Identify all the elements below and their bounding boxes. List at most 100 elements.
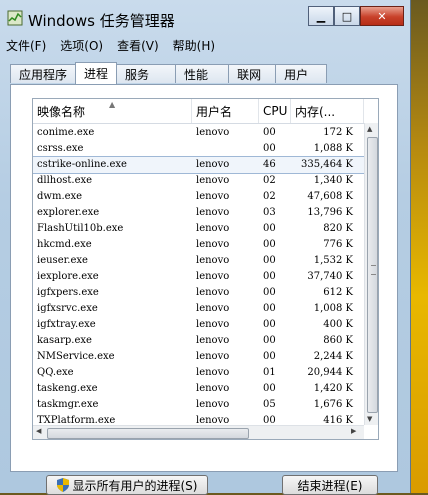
process-cpu: 00 — [263, 303, 276, 314]
process-cpu: 00 — [263, 143, 276, 154]
tab-services[interactable]: 服务 — [116, 64, 177, 83]
process-row[interactable]: NMService.exe lenovo 00 2,244 K — [33, 349, 378, 365]
process-memory: 776 K — [323, 239, 353, 250]
close-button[interactable]: ✕ — [360, 6, 404, 26]
process-name: igfxtray.exe — [37, 319, 96, 330]
process-user: lenovo — [196, 239, 230, 250]
process-user: lenovo — [196, 271, 230, 282]
process-row[interactable]: dllhost.exe lenovo 02 1,340 K — [33, 173, 378, 189]
process-cpu: 00 — [263, 255, 276, 266]
process-user: lenovo — [196, 287, 230, 298]
process-cpu: 00 — [263, 287, 276, 298]
process-row[interactable]: dwm.exe lenovo 02 47,608 K — [33, 189, 378, 205]
menu-file[interactable]: 文件(F) — [6, 37, 46, 57]
tab-applications[interactable]: 应用程序 — [10, 64, 77, 83]
process-row[interactable]: kasarp.exe lenovo 00 860 K — [33, 333, 378, 349]
process-cpu: 03 — [263, 207, 276, 218]
process-row[interactable]: csrss.exe 00 1,088 K — [33, 141, 378, 157]
process-row[interactable]: hkcmd.exe lenovo 00 776 K — [33, 237, 378, 253]
process-cpu: 00 — [263, 351, 276, 362]
process-name: csrss.exe — [37, 143, 84, 154]
process-name: conime.exe — [37, 127, 95, 138]
close-icon: ✕ — [377, 9, 387, 23]
process-row[interactable]: conime.exe lenovo 00 172 K — [33, 125, 378, 141]
processes-panel: 映像名称 ▲ 用户名 CPU 内存(... conime.exe lenovo 00… — [10, 84, 398, 472]
show-all-users-button[interactable]: 显示所有用户的进程(S) — [46, 475, 208, 495]
process-memory: 612 K — [323, 287, 353, 298]
process-row[interactable]: iexplore.exe lenovo 00 37,740 K — [33, 269, 378, 285]
process-name: kasarp.exe — [37, 335, 92, 346]
process-row[interactable]: explorer.exe lenovo 03 13,796 K — [33, 205, 378, 221]
column-memory[interactable]: 内存(... — [291, 99, 364, 123]
show-all-users-label: 显示所有用户的进程(S) — [72, 478, 198, 493]
process-cpu: 00 — [263, 127, 276, 138]
process-user: lenovo — [196, 175, 230, 186]
vertical-scrollbar[interactable]: ▲ ▼ — [364, 123, 378, 425]
minimize-button[interactable]: ▁ — [308, 6, 334, 26]
scroll-right-icon[interactable]: ▶ — [351, 427, 356, 435]
process-row[interactable]: FlashUtil10b.exe lenovo 00 820 K — [33, 221, 378, 237]
process-memory: 1,676 K — [313, 399, 353, 410]
process-name: dllhost.exe — [37, 175, 93, 186]
process-row[interactable]: ieuser.exe lenovo 00 1,532 K — [33, 253, 378, 269]
process-row[interactable]: igfxtray.exe lenovo 00 400 K — [33, 317, 378, 333]
end-process-button[interactable]: 结束进程(E) — [282, 475, 378, 495]
process-cpu: 02 — [263, 175, 276, 186]
process-memory: 1,008 K — [313, 303, 353, 314]
process-name: taskeng.exe — [37, 383, 98, 394]
menu-view[interactable]: 查看(V) — [117, 37, 159, 57]
process-memory: 37,740 K — [307, 271, 353, 282]
maximize-button[interactable]: □ — [334, 6, 360, 26]
process-cpu: 46 — [263, 159, 276, 170]
process-row[interactable]: cstrike-online.exe lenovo 46 335,464 K — [33, 156, 378, 174]
process-row[interactable]: igfxsrvc.exe lenovo 00 1,008 K — [33, 301, 378, 317]
column-image-name[interactable]: 映像名称 ▲ — [33, 99, 192, 123]
process-memory: 2,244 K — [313, 351, 353, 362]
process-user: lenovo — [196, 319, 230, 330]
menu-help[interactable]: 帮助(H) — [173, 37, 215, 57]
title-bar[interactable]: Windows 任务管理器 ▁ □ ✕ — [0, 0, 410, 36]
process-cpu: 01 — [263, 367, 276, 378]
process-row[interactable]: taskmgr.exe lenovo 05 1,676 K — [33, 397, 378, 413]
process-row[interactable]: igfxpers.exe lenovo 00 612 K — [33, 285, 378, 301]
horizontal-scrollbar[interactable]: ◀ ▶ — [33, 425, 364, 439]
column-user-name[interactable]: 用户名 — [192, 99, 259, 123]
sort-ascending-icon: ▲ — [109, 100, 116, 109]
process-list[interactable]: 映像名称 ▲ 用户名 CPU 内存(... conime.exe lenovo 00… — [32, 98, 379, 440]
process-user: lenovo — [196, 383, 230, 394]
process-memory: 400 K — [323, 319, 353, 330]
process-cpu: 02 — [263, 191, 276, 202]
process-name: cstrike-online.exe — [37, 159, 127, 170]
scroll-down-icon[interactable]: ▼ — [367, 415, 372, 423]
process-memory: 860 K — [323, 335, 353, 346]
menu-options[interactable]: 选项(O) — [60, 37, 103, 57]
process-rows: conime.exe lenovo 00 172 K csrss.exe 00 1,088 … — [33, 125, 378, 439]
process-name: iexplore.exe — [37, 271, 99, 282]
process-cpu: 00 — [263, 271, 276, 282]
tab-processes[interactable]: 进程 — [75, 62, 118, 84]
tab-performance[interactable]: 性能 — [175, 64, 230, 83]
tab-networking[interactable]: 联网 — [228, 64, 277, 83]
process-row[interactable]: QQ.exe lenovo 01 20,944 K — [33, 365, 378, 381]
process-cpu: 05 — [263, 399, 276, 410]
process-memory: 172 K — [323, 127, 353, 138]
horizontal-scroll-thumb[interactable] — [47, 428, 249, 439]
process-memory: 1,532 K — [313, 255, 353, 266]
process-memory: 1,420 K — [313, 383, 353, 394]
process-row[interactable]: taskeng.exe lenovo 00 1,420 K — [33, 381, 378, 397]
process-user: lenovo — [196, 399, 230, 410]
process-name: FlashUtil10b.exe — [37, 223, 124, 234]
scroll-left-icon[interactable]: ◀ — [36, 427, 41, 435]
process-memory: 335,464 K — [300, 159, 353, 170]
vertical-scroll-thumb[interactable] — [367, 137, 378, 413]
process-user: lenovo — [196, 255, 230, 266]
process-user: lenovo — [196, 367, 230, 378]
scroll-up-icon[interactable]: ▲ — [367, 125, 372, 133]
tab-users[interactable]: 用户 — [275, 64, 328, 83]
process-user: lenovo — [196, 159, 230, 170]
process-user: lenovo — [196, 351, 230, 362]
process-name: igfxpers.exe — [37, 287, 99, 298]
column-cpu[interactable]: CPU — [259, 99, 291, 123]
process-name: igfxsrvc.exe — [37, 303, 98, 314]
process-memory: 1,340 K — [313, 175, 353, 186]
